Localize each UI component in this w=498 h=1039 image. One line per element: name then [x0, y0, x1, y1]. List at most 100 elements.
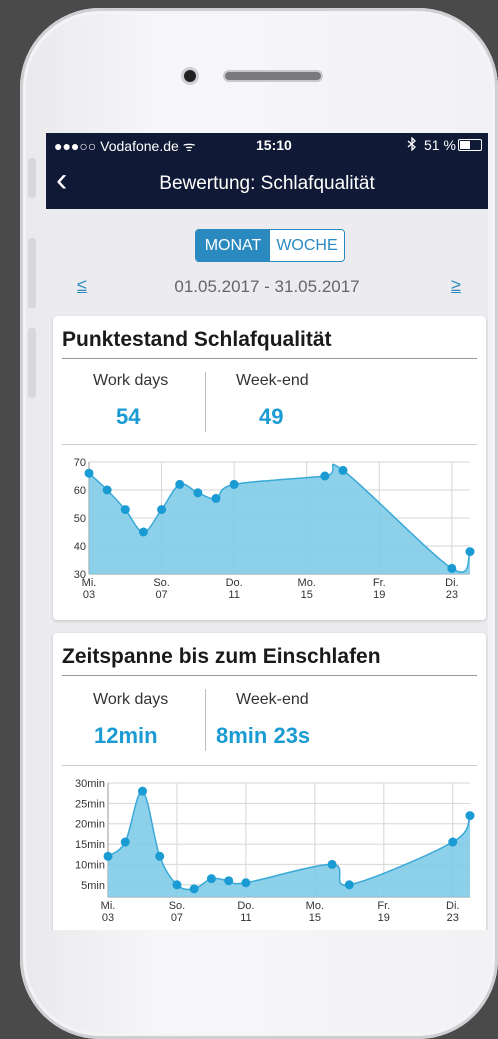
x-tick-label: 11	[228, 589, 239, 601]
data-point	[229, 479, 239, 489]
data-point	[224, 876, 234, 886]
x-tick-label: So.	[169, 900, 186, 912]
y-tick-label: 50	[74, 513, 86, 525]
carrier-signal: ●●●○○ Vodafone.de ᯤ	[54, 138, 196, 154]
status-time: 15:10	[256, 137, 292, 153]
x-tick-label: Do.	[237, 900, 254, 912]
data-point	[447, 563, 457, 573]
data-point	[103, 851, 113, 861]
data-point	[465, 547, 475, 557]
data-point	[189, 884, 199, 894]
x-tick-label: 03	[83, 589, 95, 601]
app-screen: ●●●○○ Vodafone.de ᯤ 15:10 51 % ‹ Bewertu…	[46, 133, 488, 930]
x-tick-label: 15	[309, 912, 321, 924]
data-point	[211, 493, 221, 503]
data-point	[155, 851, 165, 861]
card-title: Zeitspanne bis zum Einschlafen	[62, 645, 381, 668]
y-tick-label: 15min	[75, 839, 105, 851]
x-tick-label: Mi.	[82, 577, 97, 589]
x-tick-label: So.	[153, 577, 170, 589]
front-camera	[184, 70, 196, 82]
x-tick-label: Di.	[446, 900, 459, 912]
weekend-value: 8min 23s	[216, 723, 311, 748]
x-tick-label: 11	[240, 912, 251, 924]
data-point	[102, 485, 112, 495]
data-point	[137, 786, 147, 796]
card-title: Punktestand Schlafqualität	[62, 328, 332, 351]
y-tick-label: 70	[74, 457, 86, 469]
chart-divider	[62, 765, 477, 766]
y-tick-label: 5min	[81, 880, 105, 892]
workdays-value: 54	[116, 404, 141, 429]
x-tick-label: Fr.	[373, 577, 386, 589]
navigation-bar: ‹ Bewertung: Schlafqualität	[46, 157, 488, 209]
data-point	[120, 837, 130, 847]
weekend-label: Week-end	[236, 691, 309, 708]
data-point	[157, 505, 167, 515]
series-area	[89, 464, 470, 574]
status-bar: ●●●○○ Vodafone.de ᯤ 15:10 51 %	[46, 133, 488, 157]
y-tick-label: 60	[74, 485, 86, 497]
data-point	[465, 811, 475, 821]
sleep-quality-card: Punktestand Schlafqualität Work days Wee…	[53, 316, 486, 620]
date-range-label: 01.05.2017 - 31.05.2017	[174, 277, 360, 296]
x-tick-label: 03	[102, 912, 114, 924]
x-tick-label: 23	[446, 589, 458, 601]
x-tick-label: Di.	[445, 577, 458, 589]
weekend-label: Week-end	[236, 372, 309, 389]
x-tick-label: Do.	[226, 577, 243, 589]
data-point	[172, 880, 182, 890]
volume-up-button	[28, 238, 36, 308]
x-tick-label: 07	[171, 912, 183, 924]
data-point	[138, 527, 148, 537]
sleep-score-chart: 3040506070Mi.03So.07Do.11Mo.15Fr.19Di.23	[74, 457, 475, 601]
battery-icon	[458, 139, 482, 151]
workdays-label: Work days	[93, 372, 169, 389]
earpiece-speaker	[225, 72, 321, 80]
x-tick-label: Mo.	[298, 577, 316, 589]
stats-divider	[205, 372, 206, 432]
data-point	[206, 874, 216, 884]
mute-switch	[28, 158, 36, 198]
bluetooth-icon	[407, 136, 417, 154]
data-point	[448, 837, 458, 847]
data-point	[193, 488, 203, 498]
title-divider	[62, 358, 477, 359]
x-tick-label: 07	[155, 589, 167, 601]
title-divider	[62, 675, 477, 676]
data-point	[344, 880, 354, 890]
y-tick-label: 25min	[75, 798, 105, 810]
period-segmented-control: MONAT WOCHE	[195, 229, 345, 262]
data-point	[338, 465, 348, 475]
next-period-link[interactable]: ≥	[451, 275, 461, 296]
y-tick-label: 30min	[75, 778, 105, 790]
sleep-latency-chart: 5min 10min 15min 20min 25min 30min Mi.03 So.07 D…	[75, 778, 475, 924]
data-point	[327, 859, 337, 869]
data-point	[84, 468, 94, 478]
workdays-value: 12min	[94, 723, 158, 748]
date-range-row: ≤ 01.05.2017 - 31.05.2017 ≥	[46, 275, 488, 299]
data-point	[120, 505, 130, 515]
x-tick-label: 19	[378, 912, 390, 924]
sleep-latency-card: Zeitspanne bis zum Einschlafen Work days…	[53, 633, 486, 930]
workdays-label: Work days	[93, 691, 169, 708]
y-tick-label: 40	[74, 541, 86, 553]
x-tick-label: Mo.	[306, 900, 324, 912]
y-tick-label: 10min	[75, 859, 105, 871]
data-point	[175, 479, 185, 489]
data-point	[320, 471, 330, 481]
battery-percent: 51 %	[424, 137, 456, 153]
page-title: Bewertung: Schlafqualität	[159, 173, 375, 194]
stats-divider	[205, 689, 206, 751]
weekend-value: 49	[259, 404, 284, 429]
segment-week[interactable]: WOCHE	[270, 230, 344, 261]
y-tick-label: 20min	[75, 819, 105, 831]
x-tick-label: 23	[447, 912, 459, 924]
x-tick-label: Fr.	[377, 900, 390, 912]
data-point	[241, 878, 251, 888]
chart-divider	[62, 444, 477, 445]
segment-month[interactable]: MONAT	[196, 230, 270, 261]
x-tick-label: 15	[301, 589, 313, 601]
x-tick-label: 19	[373, 589, 385, 601]
volume-down-button	[28, 328, 36, 398]
